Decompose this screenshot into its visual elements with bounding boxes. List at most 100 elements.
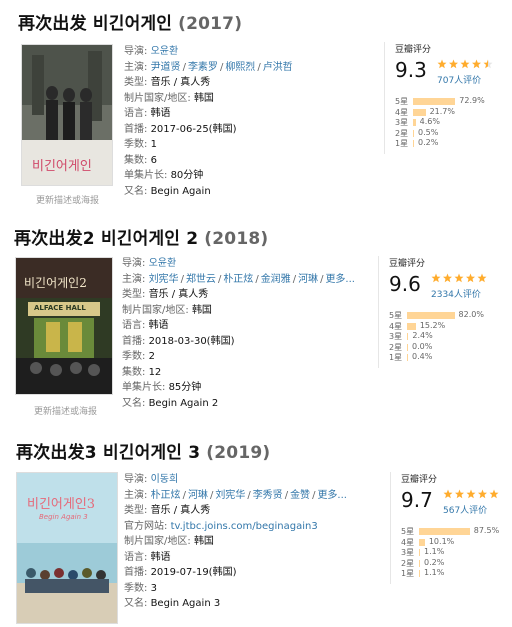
star-icon: [449, 59, 458, 69]
movie-info: 导演: 오윤환 主演: 尹道贤 / 李素罗 / 柳熙烈 / 卢洪哲 类型: 音乐 / 真人秀…: [124, 44, 293, 199]
director-link[interactable]: 오윤환: [149, 258, 177, 269]
poster-image[interactable]: 비긴어게인: [21, 44, 113, 186]
rating-dist-bar: [413, 108, 426, 116]
director-link[interactable]: 이동희: [151, 474, 179, 485]
rating-title: 豆瓣评分: [401, 475, 438, 485]
rating-dist-bar: [413, 140, 414, 147]
aka-row: 又名: Begin Again: [124, 185, 211, 197]
star-icon: [466, 489, 476, 499]
poster-text: 비긴어게인: [32, 159, 92, 174]
rating-dist-percent: 82.0%: [458, 310, 484, 319]
rating-count-link[interactable]: 707人评价: [437, 73, 481, 86]
cast-link[interactable]: 柳熙烈: [225, 62, 255, 73]
rating-dist-bar: [419, 570, 420, 577]
genre-row: 类型: 音乐 / 真人秀: [124, 77, 211, 88]
runtime-row: 单集片长: 85分钟: [122, 382, 202, 393]
rating-dist-bar: [407, 343, 408, 351]
rating-dist-label: 4星: [389, 321, 403, 331]
cast-link[interactable]: 金赞: [290, 490, 310, 501]
cast-more-link[interactable]: 更多...: [317, 490, 347, 501]
rating-dist-percent: 15.2%: [419, 320, 446, 330]
cast-link[interactable]: 李素罗: [188, 62, 218, 73]
rating-count-link[interactable]: 2334人评价: [431, 287, 481, 300]
cast-link[interactable]: 李秀贤: [253, 490, 283, 501]
rating-dist-bar: [413, 98, 456, 105]
director-row: 导演: 오윤환: [124, 46, 179, 57]
movie-title: 再次出发3 비긴어게인 3 (2019): [16, 438, 270, 463]
cast-link[interactable]: 金润雅: [261, 274, 291, 285]
cast-row: 主演: 尹道贤 / 李素罗 / 柳熙烈 / 卢洪哲: [124, 61, 293, 73]
cast-link[interactable]: 刘宪华: [149, 274, 179, 285]
rating-dist-percent: 72.9%: [459, 96, 485, 105]
star-icon: [489, 489, 499, 499]
rating-dist-label: 1星: [395, 139, 409, 148]
cast-link[interactable]: 尹道贤: [151, 62, 181, 73]
country-row: 制片国家/地区: 韩国: [124, 92, 214, 104]
genre-row: 类型: 音乐 / 真人秀: [122, 289, 209, 300]
rating-title: 豆瓣评分: [389, 259, 426, 269]
rating-dist-label: 5星: [389, 311, 403, 320]
rating-dist-bar: [419, 559, 420, 567]
premiere-row: 首播: 2019-07-19(韩国): [124, 567, 237, 578]
rating-dist-percent: 1.1%: [424, 547, 445, 556]
rating-count-link[interactable]: 567人评价: [443, 503, 487, 516]
movie-entry-2: 再次出发2 비긴어게인 2 (2018) 비긴어게인2 ALFACE HALL 更…: [0, 212, 512, 422]
movie-year: (2019): [206, 443, 271, 463]
rating-dist-bar: [407, 312, 455, 319]
rating-dist-label: 4星: [401, 537, 415, 547]
cast-link[interactable]: 郑世云: [186, 274, 216, 285]
episodes-row: 集数: 6: [124, 154, 157, 166]
rating-dist-bar: [407, 333, 409, 340]
country-row: 制片国家/地区: 韩国: [122, 304, 212, 316]
rating-dist-percent: 0.2%: [424, 557, 445, 567]
rating-dist-bar: [419, 549, 420, 556]
poster-text: 비긴어게인2: [24, 276, 87, 290]
cast-link[interactable]: 卢洪哲: [263, 62, 293, 73]
poster-subtitle-text: Begin Again 3: [39, 513, 88, 521]
poster-text: 비긴어게인3: [27, 497, 96, 512]
rating-dist-bar: [407, 354, 408, 361]
cast-link[interactable]: 河琳: [188, 490, 208, 501]
rating-dist-label: 5星: [395, 97, 409, 106]
movie-year: (2018): [204, 229, 269, 249]
runtime-row: 单集片长: 80分钟: [124, 170, 204, 181]
rating-score: 9.7: [401, 488, 433, 512]
poster-image[interactable]: 비긴어게인2 ALFACE HALL: [15, 257, 113, 395]
star-icon: [437, 59, 447, 69]
season-row: 季数: 1: [124, 139, 157, 150]
rating-dist-percent: 21.7%: [429, 106, 455, 116]
movie-title-text: 再次出发 비긴어게인: [18, 14, 173, 34]
rating-dist-percent: 0.4%: [412, 352, 433, 361]
rating-dist-percent: 2.4%: [412, 331, 433, 340]
rating-dist-bar: [419, 528, 470, 535]
star-icon: [443, 273, 452, 283]
movie-info: 导演: 이동희 主演: 朴正炫 / 河琳 / 刘宪华 / 李秀贤 / 金赞 / 更多... 类型: …: [124, 472, 347, 612]
update-poster-link[interactable]: 更新描述或海报: [34, 404, 97, 417]
rating-dist-percent: 87.5%: [473, 526, 500, 535]
rating-dist-label: 3星: [389, 332, 403, 341]
rating-dist-percent: 4.6%: [419, 117, 440, 126]
rating-dist-percent: 1.1%: [424, 568, 445, 577]
cast-link[interactable]: 河琳: [298, 274, 318, 285]
cast-link[interactable]: 朴正炫: [151, 490, 181, 501]
director-link[interactable]: 오윤환: [151, 46, 179, 57]
cast-link[interactable]: 刘宪华: [215, 490, 245, 501]
rating-dist-label: 1星: [401, 569, 415, 578]
star-icon: [443, 489, 453, 499]
update-poster-link[interactable]: 更新描述或海报: [36, 193, 99, 206]
genre-row: 类型: 音乐 / 真人秀: [124, 505, 211, 516]
rating-dist-label: 1星: [389, 353, 403, 362]
director-row: 导演: 오윤환: [122, 258, 177, 269]
website-link[interactable]: tv.jtbc.joins.com/beginagain3: [171, 521, 318, 532]
language-row: 语言: 韩语: [124, 108, 171, 119]
poster-image[interactable]: 비긴어게인3 Begin Again 3: [16, 472, 118, 624]
rating-dist-percent: 0.5%: [418, 127, 439, 137]
cast-more-link[interactable]: 更多...: [325, 274, 355, 285]
rating-dist-bar: [413, 119, 416, 126]
rating-score: 9.3: [395, 58, 427, 82]
star-rating-icon: [443, 489, 501, 500]
rating-dist-label: 2星: [401, 558, 415, 568]
rating-dist-percent: 0.2%: [418, 138, 439, 147]
cast-link[interactable]: 朴正炫: [223, 274, 253, 285]
star-icon: [483, 59, 493, 69]
